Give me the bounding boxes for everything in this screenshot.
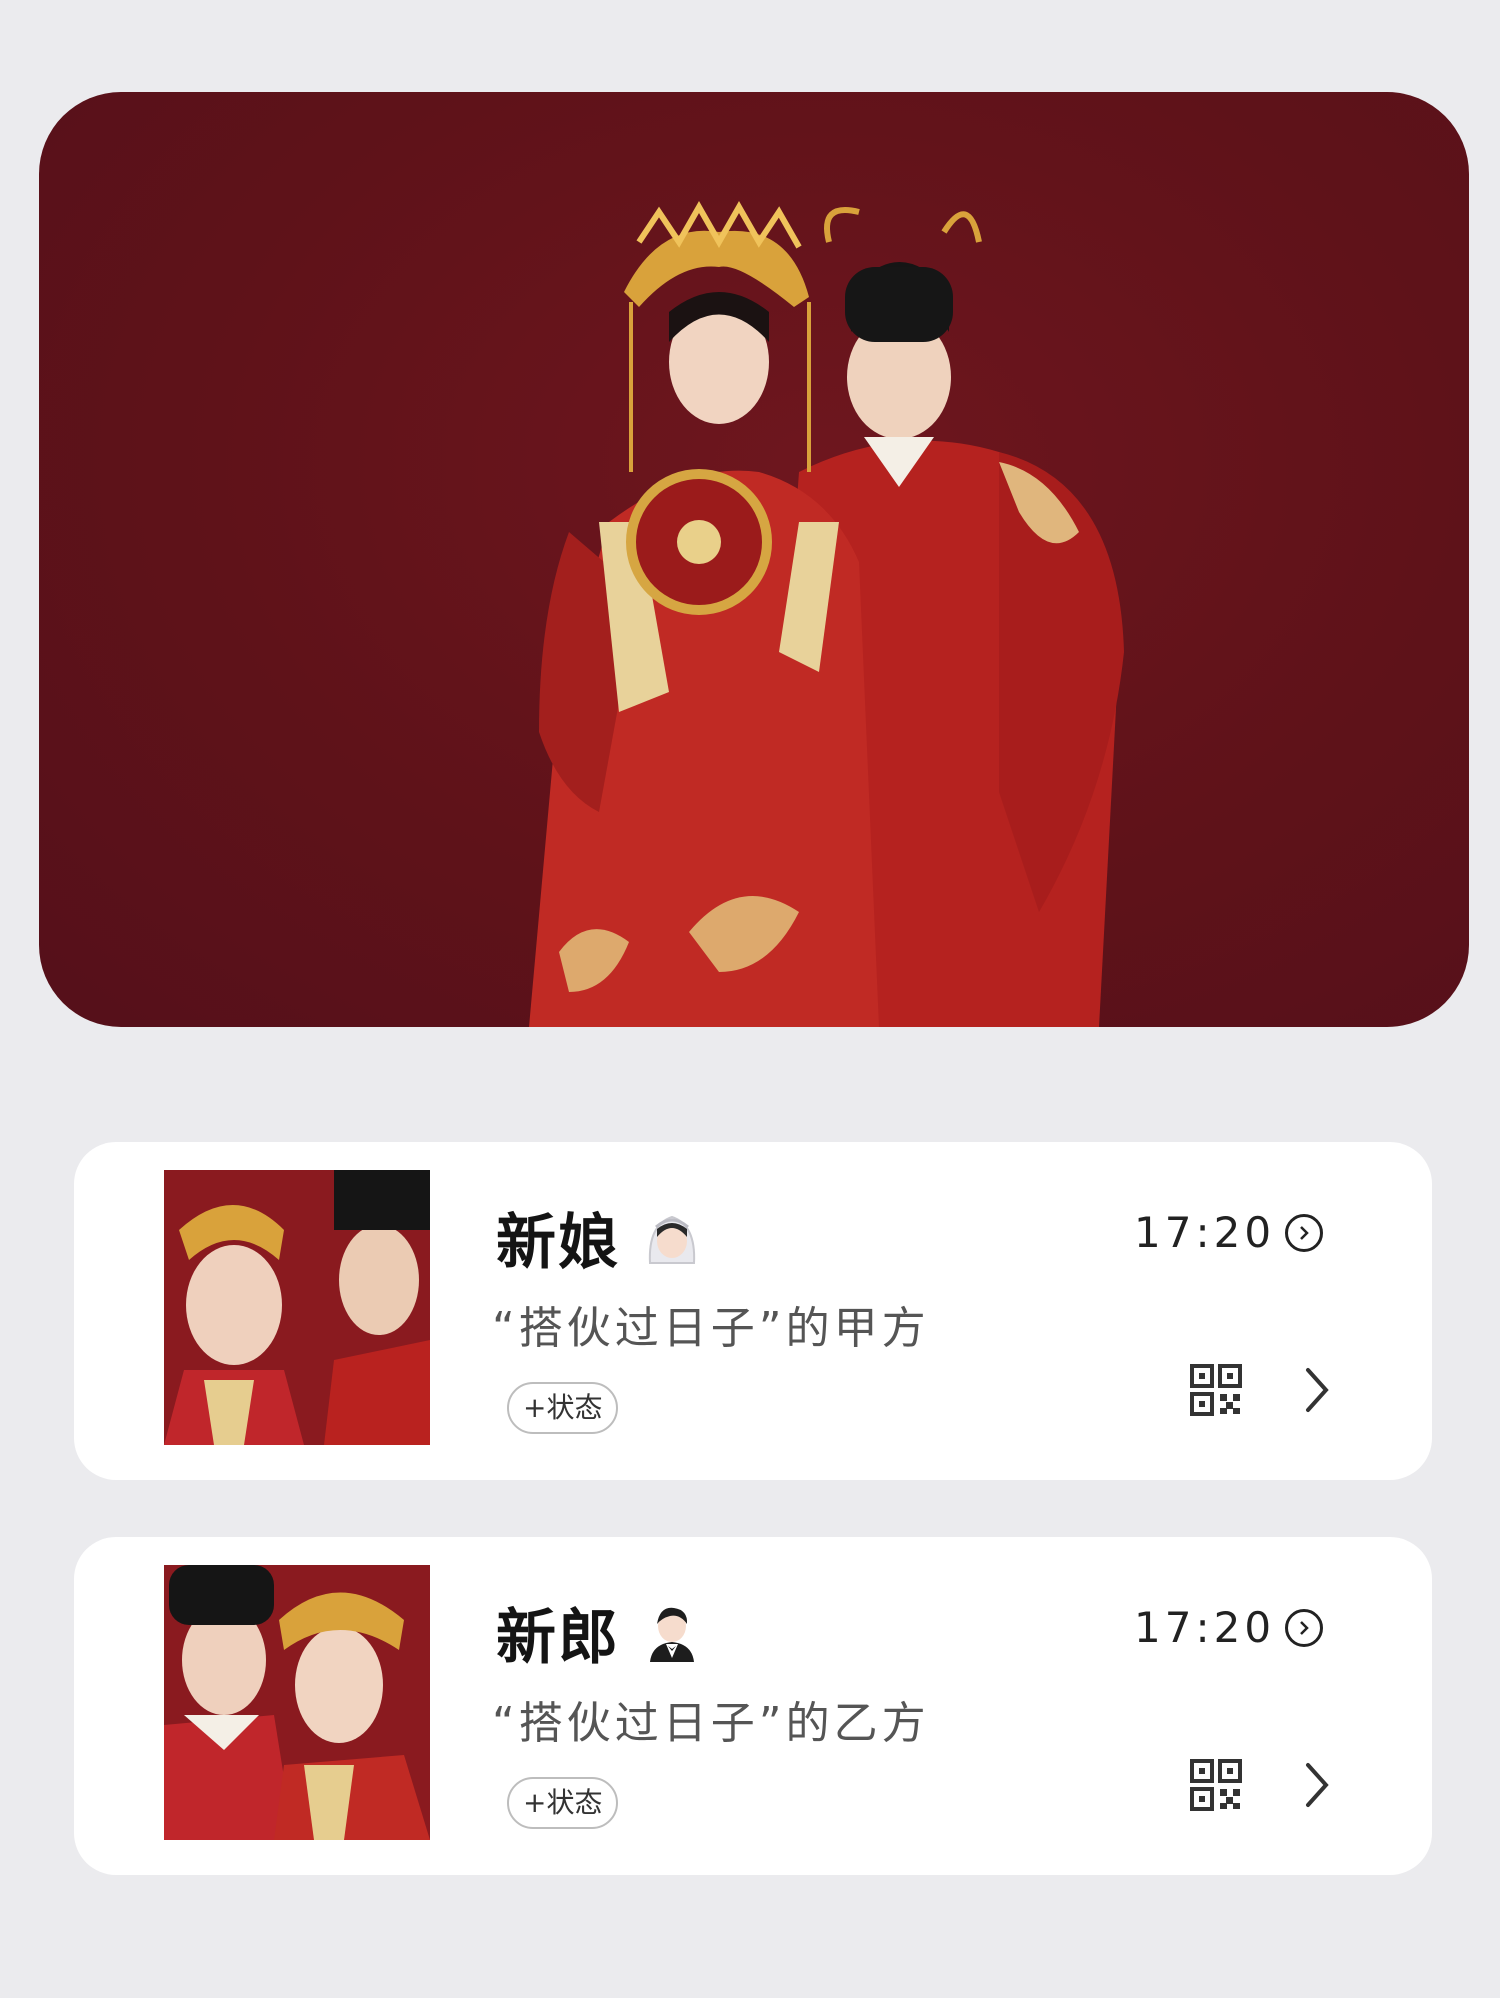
add-status-button[interactable]: +状态 <box>507 1382 619 1434</box>
time-label[interactable]: 17:20 <box>1134 1603 1324 1652</box>
qr-code-icon[interactable] <box>1190 1364 1242 1416</box>
profile-card-bride[interactable]: 新娘 “搭伙过日子”的甲方 +状态 17:20 <box>74 1142 1432 1480</box>
profile-card-groom[interactable]: 新郎 “搭伙过日子”的乙方 +状态 17:20 <box>74 1537 1432 1875</box>
bride-thumbnail-illustration <box>164 1170 430 1445</box>
bride-avatar[interactable] <box>164 1170 430 1445</box>
profile-subtitle: “搭伙过日子”的甲方 <box>492 1303 930 1354</box>
profile-name-text: 新郎 <box>496 1603 620 1673</box>
profile-name-text: 新娘 <box>496 1208 620 1278</box>
chevron-right-icon[interactable] <box>1302 1761 1332 1809</box>
chevron-circle-icon <box>1285 1608 1324 1647</box>
groom-in-tuxedo-emoji <box>650 1607 694 1662</box>
hero-photo <box>39 92 1469 1027</box>
profile-name: 新郎 <box>496 1589 702 1676</box>
time-label[interactable]: 17:20 <box>1134 1208 1324 1257</box>
chevron-right-icon[interactable] <box>1302 1366 1332 1414</box>
add-status-button[interactable]: +状态 <box>507 1777 619 1829</box>
chevron-circle-icon <box>1285 1213 1324 1252</box>
groom-avatar[interactable] <box>164 1565 430 1840</box>
bride-with-veil-emoji <box>648 1215 696 1264</box>
profile-name: 新娘 <box>496 1194 702 1281</box>
groom-thumbnail-illustration <box>164 1565 430 1840</box>
couple-illustration <box>529 200 1124 1027</box>
qr-code-icon[interactable] <box>1190 1759 1242 1811</box>
time-text: 17:20 <box>1134 1603 1276 1652</box>
profile-subtitle: “搭伙过日子”的乙方 <box>492 1698 930 1749</box>
time-text: 17:20 <box>1134 1208 1276 1257</box>
